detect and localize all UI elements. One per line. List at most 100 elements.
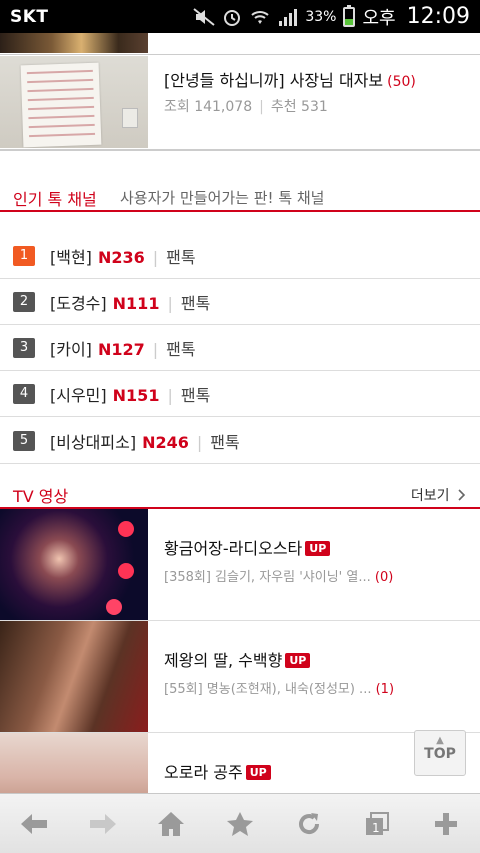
article-title[interactable]: [안녕들 하십니까] 사장님 대자보 bbox=[164, 71, 383, 90]
channel-category[interactable]: 팬톡 bbox=[166, 248, 195, 267]
star-icon bbox=[226, 811, 253, 836]
rank-badge: 3 bbox=[13, 338, 35, 358]
talk-channel-row[interactable]: 3 [카이] N127 | 팬톡 bbox=[0, 325, 480, 371]
channel-category[interactable]: 팬톡 bbox=[210, 433, 239, 452]
plus-icon bbox=[434, 812, 457, 835]
video-thumbnail[interactable] bbox=[0, 621, 148, 732]
up-badge: UP bbox=[285, 653, 311, 668]
separator: | bbox=[152, 248, 159, 267]
video-description: [55회] 명농(조현재), 내숙(정성모) ... bbox=[164, 682, 372, 697]
back-button[interactable] bbox=[9, 799, 59, 849]
video-item[interactable]: 제왕의 딸, 수백향 UP [55회] 명농(조현재), 내숙(정성모) ... (… bbox=[0, 621, 480, 733]
status-icons: 33% 오후 12:09 bbox=[193, 4, 470, 30]
article-title-row[interactable]: [안녕들 하십니까] 사장님 대자보 (50) bbox=[164, 67, 416, 91]
mute-icon bbox=[193, 7, 215, 26]
channel-category[interactable]: 팬톡 bbox=[181, 386, 210, 405]
new-post-count: N111 bbox=[112, 294, 160, 313]
time-period: 오후 bbox=[362, 7, 396, 29]
talk-channel-text[interactable]: [도경수] N111 | 팬톡 bbox=[50, 290, 210, 314]
separator: | bbox=[196, 433, 203, 452]
talk-channel-text[interactable]: [백현] N236 | 팬톡 bbox=[50, 244, 196, 268]
video-desc-row: [358회] 김슬기, 자우림 '샤이닝' 열... (0) bbox=[164, 566, 393, 585]
channel-name[interactable]: [시우민] bbox=[50, 386, 107, 405]
rank-badge: 5 bbox=[13, 431, 35, 451]
talk-channel-row[interactable]: 1 [백현] N236 | 팬톡 bbox=[0, 233, 480, 279]
home-button[interactable] bbox=[146, 799, 196, 849]
channel-name[interactable]: [도경수] bbox=[50, 294, 107, 313]
separator: | bbox=[152, 340, 159, 359]
video-thumbnail[interactable] bbox=[0, 509, 148, 620]
video-title[interactable]: 황금어장-라디오스타 bbox=[164, 539, 302, 558]
new-post-count: N151 bbox=[112, 386, 160, 405]
battery-percent: 33% bbox=[305, 8, 337, 25]
separator: | bbox=[167, 294, 173, 313]
top-label[interactable]: TOP bbox=[424, 746, 456, 762]
forward-arrow-icon bbox=[89, 813, 116, 834]
video-title[interactable]: 제왕의 딸, 수백향 bbox=[164, 651, 282, 670]
talk-channel-row[interactable]: 2 [도경수] N111 | 팬톡 bbox=[0, 279, 480, 325]
rank-badge: 2 bbox=[13, 292, 35, 312]
video-item[interactable]: 오로라 공주UP[148회] 설국 팝본춘 로라 한심 있던... bbox=[0, 733, 480, 793]
talk-channel-row[interactable]: 4 [시우민] N151 | 팬톡 bbox=[0, 371, 480, 417]
clock: 12:09 bbox=[406, 4, 470, 29]
alarm-icon bbox=[224, 9, 241, 26]
triangle-up-icon: ▲ bbox=[436, 735, 444, 746]
comment-count: (50) bbox=[387, 74, 416, 90]
article-item[interactable]: [안녕들 하십니까] 사장님 대자보 (50) 조회 141,078 | 추천 531 bbox=[0, 55, 480, 150]
home-icon bbox=[158, 811, 185, 836]
rank-badge: 1 bbox=[13, 246, 35, 266]
meta-separator: | bbox=[259, 99, 264, 115]
video-title-row[interactable]: 제왕의 딸, 수백향 UP bbox=[164, 647, 311, 671]
browser-toolbar: 1 bbox=[0, 793, 480, 853]
talk-channel-text[interactable]: [카이] N127 | 팬톡 bbox=[50, 336, 196, 360]
battery-icon bbox=[343, 4, 356, 27]
more-link[interactable]: 더보기 bbox=[411, 485, 466, 505]
video-description: [358회] 김슬기, 자우림 '샤이닝' 열... bbox=[164, 570, 371, 585]
refresh-button[interactable] bbox=[284, 799, 334, 849]
wifi-icon bbox=[251, 10, 270, 24]
section-underline bbox=[0, 210, 480, 212]
chevron-right-icon bbox=[458, 489, 466, 501]
tabs-button[interactable]: 1 bbox=[352, 799, 402, 849]
refresh-icon bbox=[298, 812, 319, 834]
separator: | bbox=[167, 386, 173, 405]
new-tab-button[interactable] bbox=[421, 799, 471, 849]
video-title-row[interactable]: 오로라 공주 UP bbox=[164, 759, 271, 783]
forward-button[interactable] bbox=[78, 799, 128, 849]
video-title[interactable]: 오로라 공주 bbox=[164, 763, 243, 782]
comment-count: (0) bbox=[374, 570, 394, 585]
channel-category[interactable]: 팬톡 bbox=[166, 340, 195, 359]
article-thumbnail[interactable] bbox=[0, 56, 148, 148]
channel-name[interactable]: [카이] bbox=[50, 340, 92, 359]
previous-item-thumbnail[interactable] bbox=[0, 33, 148, 53]
talk-channel-text[interactable]: [비상대피소] N246 | 팬톡 bbox=[50, 429, 240, 453]
page-content: [안녕들 하십니까] 사장님 대자보 (50) 조회 141,078 | 추천 531… bbox=[0, 33, 480, 793]
talk-channel-row[interactable]: 5 [비상대피소] N246 | 팬톡 bbox=[0, 418, 480, 464]
new-post-count: N246 bbox=[142, 433, 189, 452]
section-title: 인기 톡 채널 bbox=[13, 190, 97, 209]
channel-category[interactable]: 팬톡 bbox=[181, 294, 210, 313]
poster-paper-image bbox=[20, 62, 102, 148]
up-badge: UP bbox=[305, 541, 331, 556]
video-item[interactable]: 황금어장-라디오스타 UP [358회] 김슬기, 자우림 '샤이닝' 열... (… bbox=[0, 509, 480, 621]
new-post-count: N236 bbox=[97, 248, 145, 267]
section-title: TV 영상 bbox=[13, 487, 69, 506]
video-title-row[interactable]: 황금어장-라디오스타 UP bbox=[164, 535, 331, 559]
channel-name[interactable]: [비상대피소] bbox=[50, 433, 136, 452]
back-arrow-icon bbox=[21, 813, 48, 834]
article-meta: 조회 141,078 | 추천 531 bbox=[164, 96, 328, 116]
carrier-label: SKT bbox=[10, 6, 49, 27]
new-post-count: N127 bbox=[97, 340, 145, 359]
section-subtitle: 사용자가 만들어가는 판! 톡 채널 bbox=[120, 189, 325, 207]
scroll-top-button[interactable]: ▲ TOP bbox=[414, 730, 466, 776]
channel-name[interactable]: [백현] bbox=[50, 248, 92, 267]
more-label[interactable]: 더보기 bbox=[411, 488, 450, 504]
svg-text:1: 1 bbox=[372, 821, 380, 835]
up-badge: UP bbox=[245, 765, 271, 780]
bookmark-button[interactable] bbox=[215, 799, 265, 849]
tabs-icon: 1 bbox=[366, 811, 390, 835]
video-thumbnail[interactable] bbox=[0, 733, 148, 793]
comment-count: (1) bbox=[375, 682, 395, 697]
talk-channel-text[interactable]: [시우민] N151 | 팬톡 bbox=[50, 382, 210, 406]
status-bar: SKT 33% 오후 12:09 bbox=[0, 0, 480, 33]
